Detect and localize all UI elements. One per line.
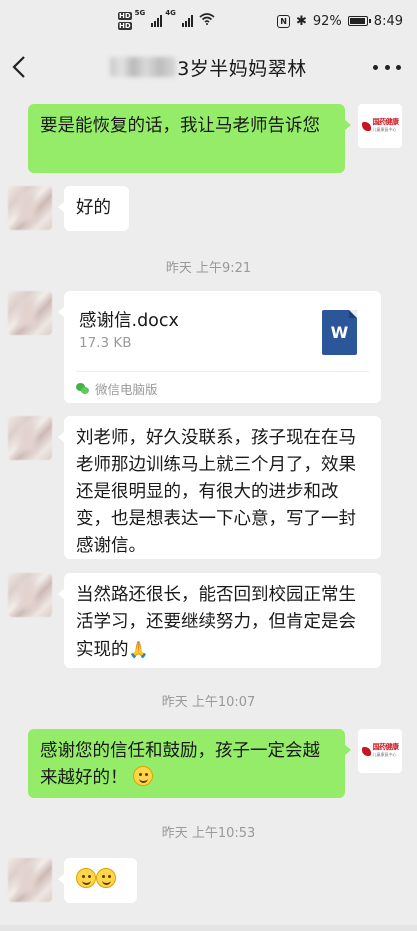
message-bubble-incoming[interactable]: 好的 [58,186,129,231]
message-text: 好的 [76,198,111,218]
hd-indicator: HD HD [118,11,132,31]
hd-bottom-label: HD [118,22,132,30]
logo-name: 国药健康 [372,743,400,751]
blurred-name-prefix [110,57,177,77]
logo-name: 国药健康 [372,118,400,126]
message-text: 刘老师，好久没联系，孩子现在在马老师那边训练马上就三个月了，效果还是很明显的，有… [76,428,356,556]
chat-title-text: 3岁半妈妈翠林 [177,57,307,80]
chat-title: 3岁半妈妈翠林 [0,42,417,92]
timestamp: 昨天 上午10:53 [161,826,256,841]
message-text: 当然路还很长，能否回到校园正常生活学习，还要继续努力，但肯定是会实现的 [76,585,356,660]
smile-emoji-icon [96,868,116,888]
hd-top-label: HD [118,12,132,20]
contact-avatar[interactable] [8,291,52,335]
message-text: 感谢您的信任和鼓励，孩子一定会越来越好的！ [40,741,320,788]
my-avatar[interactable]: 国药健康 儿童康复中心 [358,729,402,773]
message-bubble-outgoing[interactable]: 要是能恢复的话，我让马老师告诉您 [28,104,351,173]
message-bubble-incoming[interactable]: 刘老师，好久没联系，孩子现在在马老师那边训练马上就三个月了，效果还是很明显的，有… [58,416,381,559]
contact-avatar[interactable] [8,186,52,230]
contact-avatar[interactable] [8,858,52,902]
signal-strength-icon-2 [181,15,193,27]
file-name: 感谢信.docx [79,311,179,331]
smile-emoji-icon [133,766,154,786]
timestamp: 昨天 上午10:07 [161,695,256,710]
nfc-icon: N [277,14,290,28]
wifi-icon [199,13,215,29]
message-bubble-incoming[interactable] [58,858,137,903]
agency-logo: 国药健康 儿童康复中心 [361,118,400,133]
agency-logo: 国药健康 儿童康复中心 [361,743,400,758]
bottom-edge [0,925,417,931]
word-doc-icon: W [322,310,357,355]
message-text: 要是能恢复的话，我让马老师告诉您 [40,116,320,136]
file-size: 17.3 KB [79,335,132,351]
logo-mark-icon [361,746,371,756]
timestamp: 昨天 上午9:21 [165,261,252,276]
file-source-text: 微信电脑版 [95,382,158,397]
contact-avatar[interactable] [8,416,52,460]
back-button[interactable] [6,54,32,80]
logo-mark-icon [361,121,371,131]
file-message[interactable]: 感谢信.docx 17.3 KB W 微信电脑版 [58,291,381,403]
praying-hands-icon: 🙏 [128,640,149,659]
more-button[interactable] [373,56,401,78]
file-source: 微信电脑版 [76,379,158,398]
battery-percent: 92% [312,13,342,29]
message-bubble-incoming[interactable]: 当然路还很长，能否回到校园正常生活学习，还要继续努力，但肯定是会实现的🙏 [58,573,381,668]
file-divider [76,371,369,372]
battery-icon [347,16,371,26]
chat-area[interactable]: 要是能恢复的话，我让马老师告诉您 国药健康 儿童康复中心 好的 昨天 上午9:21… [0,92,417,931]
signal-strength-icon-1 [151,15,163,27]
battery-fill [349,18,365,24]
wechat-icon [76,382,90,395]
message-bubble-outgoing[interactable]: 感谢您的信任和鼓励，孩子一定会越来越好的！ [28,729,351,798]
logo-sub: 儿童康复中心 [372,752,397,757]
chevron-left-icon [12,56,25,78]
more-dots-icon [373,64,378,70]
status-time: 8:49 [373,13,403,29]
status-bar-right: N ✱ 92% 8:49 [277,14,403,29]
status-bar: HD HD 5G 4G N ✱ 92% 8:49 [0,0,417,42]
my-avatar[interactable]: 国药健康 儿童康复中心 [358,104,402,148]
chat-header: 3岁半妈妈翠林 [0,42,417,92]
network-type-2: 4G [165,9,176,17]
logo-sub: 儿童康复中心 [372,127,397,132]
smile-emoji-icon [76,868,96,888]
contact-avatar[interactable] [8,573,52,617]
network-type-1: 5G [134,9,146,17]
bluetooth-icon: ✱ [295,13,307,29]
status-bar-left: HD HD 5G 4G [118,9,215,31]
